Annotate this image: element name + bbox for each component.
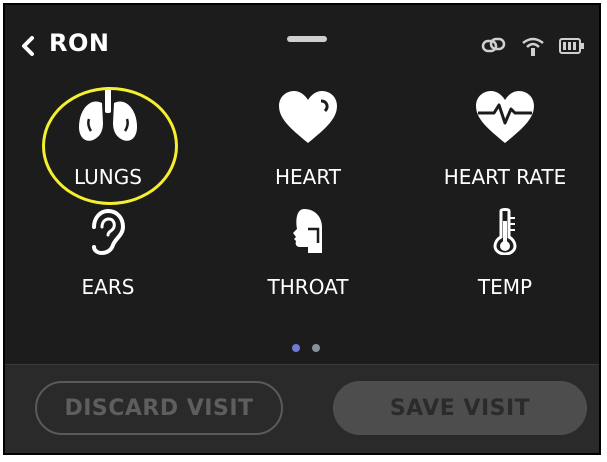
battery-icon — [559, 36, 585, 56]
chevron-left-icon — [22, 36, 34, 56]
throat-icon — [293, 209, 322, 253]
exam-tile-temp[interactable]: TEMP — [410, 208, 599, 327]
ear-icon — [92, 209, 125, 255]
patient-name: RON — [49, 29, 110, 57]
page-dot-2[interactable] — [312, 344, 320, 352]
top-bar: RON — [5, 5, 599, 77]
discard-visit-button[interactable]: DISCARD VISIT — [35, 381, 283, 435]
exam-tile-heart-rate[interactable]: HEART RATE — [410, 83, 599, 199]
thermometer-icon — [493, 208, 517, 255]
status-icons — [481, 35, 585, 57]
exam-tile-lungs[interactable]: LUNGS — [13, 83, 203, 199]
page-indicator — [292, 344, 320, 352]
back-button[interactable] — [15, 31, 41, 61]
exam-label: EARS — [81, 275, 135, 299]
exam-label: THROAT — [267, 275, 349, 299]
exam-tile-throat[interactable]: THROAT — [213, 209, 403, 327]
exam-label: TEMP — [477, 275, 533, 299]
heart-rate-icon — [476, 91, 534, 143]
exam-tile-ears[interactable]: EARS — [13, 209, 203, 327]
exam-label: HEART RATE — [443, 165, 567, 189]
exam-tile-heart[interactable]: HEART — [213, 83, 403, 199]
save-visit-button[interactable]: SAVE VISIT — [333, 381, 587, 435]
wifi-icon — [521, 35, 545, 57]
lungs-icon — [79, 87, 137, 141]
page-dot-1[interactable] — [292, 344, 300, 352]
heart-icon — [279, 91, 337, 143]
drag-handle[interactable] — [287, 36, 327, 42]
exam-label: HEART — [274, 165, 341, 189]
link-icon — [481, 35, 507, 57]
footer-bar: DISCARD VISIT SAVE VISIT — [5, 364, 599, 453]
exam-label: LUNGS — [74, 165, 142, 189]
device-screen: RON LUNGS HEART HEART RATE EARS THROAT T… — [3, 3, 601, 455]
exam-grid: LUNGS HEART HEART RATE EARS THROAT TEMP — [5, 83, 599, 343]
